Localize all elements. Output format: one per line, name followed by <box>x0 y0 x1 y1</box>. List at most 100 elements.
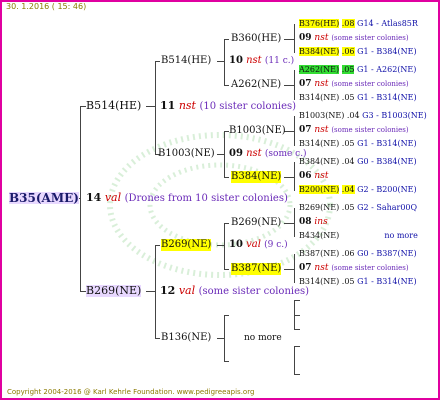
connector <box>294 346 300 347</box>
connector <box>284 85 294 86</box>
connector <box>224 39 229 40</box>
mf-annotation: 10 val (9 c.) <box>229 239 288 251</box>
g4-label: B200(NE) <box>299 185 340 194</box>
g4-row[interactable]: B384(NE) .06 G1 - B384(NE) <box>299 46 417 58</box>
g4-kind: nst <box>314 79 329 89</box>
g4-label: B384(NE) <box>299 157 340 166</box>
g4-note: (some sister colonies) <box>331 80 409 88</box>
g4-count: 08 <box>299 217 312 227</box>
queen-fff[interactable]: B360(HE) <box>231 33 281 45</box>
queen-root[interactable]: B35(AME) <box>9 192 79 204</box>
connector <box>155 61 156 154</box>
root-kind: val <box>104 191 122 204</box>
father-annotation: 11 nst (10 sister colonies) <box>160 100 296 113</box>
queen-mm-label: B136(NE) <box>161 332 212 343</box>
queen-mff-label: B269(NE) <box>231 217 282 228</box>
connector <box>224 39 225 85</box>
queen-fm[interactable]: B1003(NE) <box>158 148 215 160</box>
root-note: (Drones from 10 sister colonies) <box>124 193 288 204</box>
mother-annotation: 12 val (some sister colonies) <box>160 285 309 298</box>
connector <box>146 106 155 107</box>
g4-label: B434(NE) <box>299 231 340 240</box>
g4-kind: nst <box>314 33 329 43</box>
connector <box>284 269 294 270</box>
mf-note: (9 c.) <box>264 240 288 250</box>
g4-val: .08 <box>341 19 355 28</box>
g4-row: 06 nst <box>299 170 328 182</box>
queen-mfm[interactable]: B387(NE) <box>231 263 282 275</box>
connector <box>155 245 160 246</box>
father-count: 11 <box>160 99 176 112</box>
connector <box>224 361 229 362</box>
connector <box>294 329 300 330</box>
mother-kind: val <box>178 284 196 297</box>
connector <box>224 131 225 177</box>
queen-mf[interactable]: B269(NE) <box>161 239 212 251</box>
g4-row[interactable]: B434(NE) no more <box>299 230 418 242</box>
g4-row[interactable]: B314(NE) .05 G1 - B314(NE) <box>299 138 417 150</box>
copyright: Copyright 2004-2016 @ Karl Kehrle Founda… <box>7 388 255 396</box>
ff-count: 10 <box>229 55 243 66</box>
g4-val: .04 <box>346 111 360 120</box>
mother-note: (some sister colonies) <box>198 286 310 297</box>
g4-row[interactable]: A262(NE) .05 G1 - A262(NE) <box>299 64 416 76</box>
queen-father[interactable]: B514(HE) <box>86 100 141 112</box>
g4-val: .06 <box>341 47 355 56</box>
g4-row[interactable]: B314(NE) .05 G1 - B314(NE) <box>299 276 417 288</box>
g4-label: B314(NE) <box>299 139 340 148</box>
g4-row[interactable]: B376(HE) .08 G14 - Atlas85R <box>299 18 418 30</box>
queen-mff[interactable]: B269(NE) <box>231 217 281 229</box>
g4-label: B384(NE) <box>299 47 340 56</box>
g4-count: 07 <box>299 263 312 273</box>
g4-row: 08 ins <box>299 216 328 228</box>
queen-ff[interactable]: B514(HE) <box>161 55 211 67</box>
g4-label: B314(NE) <box>299 93 340 102</box>
g4-row[interactable]: B1003(NE) .04 G3 - B1003(NE) <box>299 110 427 122</box>
g4-count: 09 <box>299 33 312 43</box>
g4-kind: nst <box>314 171 329 181</box>
connector <box>224 177 229 178</box>
queen-mother[interactable]: B269(NE) <box>86 284 142 297</box>
g4-label: B269(NE) <box>299 203 340 212</box>
g4-note: (some sister colonies) <box>331 264 409 272</box>
g4-val: .05 <box>341 277 355 286</box>
g4-count: 06 <box>299 171 312 181</box>
connector <box>284 223 294 224</box>
queen-fff-label: B360(HE) <box>231 33 282 44</box>
connector <box>294 70 295 100</box>
date-stamp: 30. 1.2016 ( 15: 46) <box>6 2 87 11</box>
g4-code: G1 - B314(NE) <box>357 93 417 102</box>
g4-val: .05 <box>341 203 355 212</box>
connector <box>146 291 155 292</box>
g4-code: G0 - B387(NE) <box>357 249 417 258</box>
ff-annotation: 10 nst (11 c.) <box>229 55 294 67</box>
connector <box>224 223 229 224</box>
connector <box>224 315 229 316</box>
queen-fmm-label: B384(NE) <box>231 171 282 182</box>
connector <box>217 338 224 339</box>
g4-row[interactable]: B387(NE) .06 G0 - B387(NE) <box>299 248 417 260</box>
g4-label: B387(NE) <box>299 249 340 258</box>
root-annotation: 14 val (Drones from 10 sister colonies) <box>86 192 288 205</box>
queen-ffm[interactable]: A262(NE) <box>231 79 281 91</box>
queen-fmf[interactable]: B1003(NE) <box>229 125 286 137</box>
father-kind: nst <box>178 99 196 112</box>
queen-mm[interactable]: B136(NE) <box>161 332 211 344</box>
queen-fm-label: B1003(NE) <box>158 148 215 159</box>
connector <box>284 177 294 178</box>
fm-annotation: 09 nst (some c.) <box>229 148 307 160</box>
g4-row[interactable]: B269(NE) .05 G2 - Sahar00Q <box>299 202 417 214</box>
g4-row[interactable]: B200(NE) .04 G2 - B200(NE) <box>299 184 417 196</box>
connector <box>224 85 229 86</box>
g4-row[interactable]: B384(NE) .04 G0 - B384(NE) <box>299 156 417 168</box>
queen-fmm[interactable]: B384(NE) <box>231 171 282 183</box>
g4-code: G14 - Atlas85R <box>357 19 418 28</box>
g4-row[interactable]: B314(NE) .05 G1 - B314(NE) <box>299 92 417 104</box>
g4-note: (some sister colonies) <box>331 126 409 134</box>
g4-code: G3 - B1003(NE) <box>362 111 427 120</box>
g4-label: B376(HE) <box>299 19 340 28</box>
g4-code: G1 - B384(NE) <box>357 47 417 56</box>
queen-mother-label: B269(NE) <box>86 284 142 297</box>
connector <box>294 300 300 301</box>
connector <box>294 346 295 375</box>
